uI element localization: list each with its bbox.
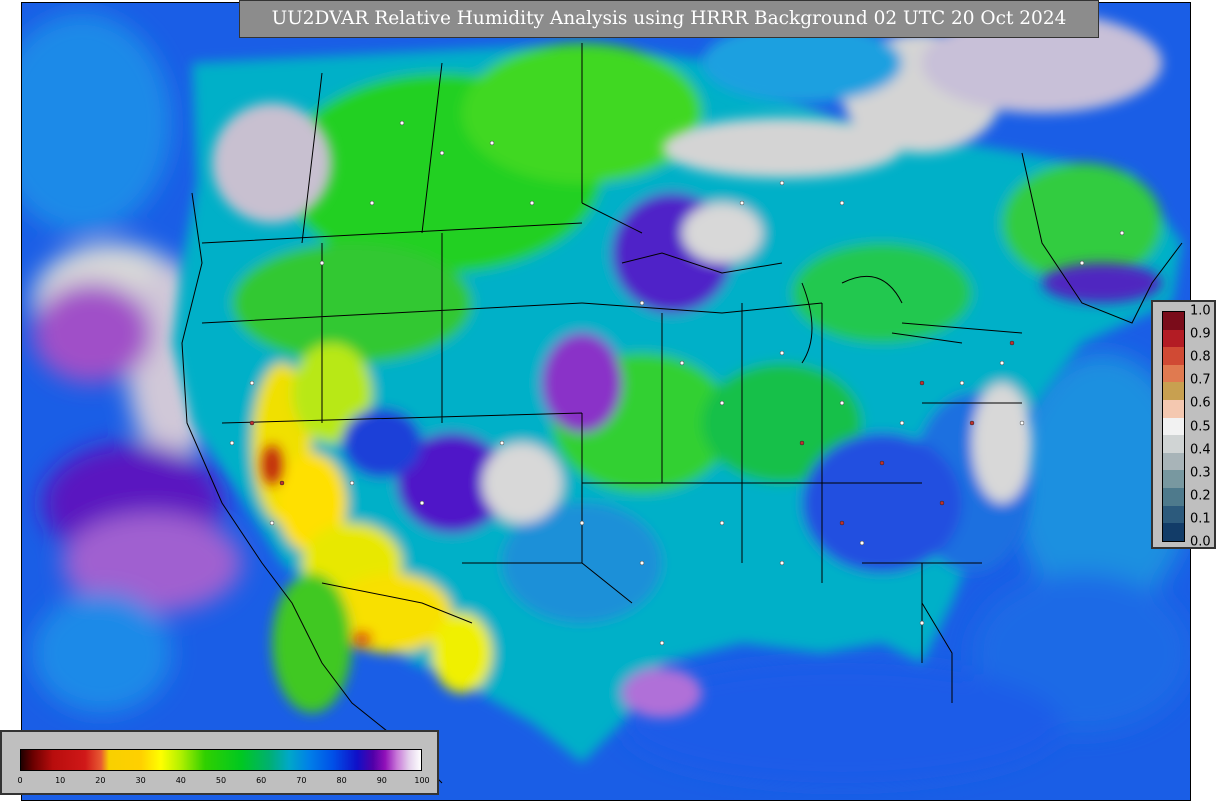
ratio-color-segment [1163, 347, 1184, 365]
humidity-tick-label: 100 [414, 776, 430, 785]
ratio-tick-label: 0.2 [1190, 488, 1211, 504]
ratio-color-segment [1163, 364, 1184, 383]
ratio-color-segment [1163, 435, 1184, 453]
ratio-color-segment [1163, 488, 1184, 506]
humidity-tick-label: 30 [135, 776, 146, 785]
ratio-color-segment [1163, 470, 1184, 489]
map-panel [21, 2, 1191, 801]
humidity-tick-label: 60 [256, 776, 267, 785]
ratio-color-segment [1163, 417, 1184, 436]
ratio-tick-label: 0.1 [1190, 511, 1211, 527]
humidity-tick-label: 40 [175, 776, 186, 785]
humidity-tick-label: 0 [17, 776, 23, 785]
humidity-colorbar-scale [20, 749, 422, 771]
humidity-tick-label: 80 [336, 776, 347, 785]
ratio-tick-label: 0.5 [1190, 419, 1211, 434]
ratio-tick-label: 0.6 [1190, 395, 1211, 411]
ratio-colorbar-scale [1162, 311, 1185, 542]
ratio-tick-label: 0.7 [1190, 372, 1211, 388]
ratio-color-segment [1163, 505, 1184, 524]
ratio-color-segment [1163, 452, 1184, 471]
humidity-map [22, 3, 1190, 800]
ratio-color-segment [1163, 329, 1184, 348]
ratio-tick-label: 0.3 [1190, 465, 1211, 481]
ratio-tick-label: 0.8 [1190, 349, 1211, 365]
ratio-colorbar: 1.0 0.9 0.8 0.7 0.6 0.5 0.4 0.3 0.2 0.1 0.0 [1151, 300, 1216, 550]
ratio-color-segment [1163, 400, 1184, 418]
ratio-tick-label: 1.0 [1190, 303, 1211, 319]
ratio-color-segment [1163, 523, 1184, 541]
humidity-tick-label: 90 [376, 776, 387, 785]
ratio-tick-label: 0.4 [1190, 442, 1211, 458]
humidity-tick-label: 20 [95, 776, 106, 785]
ratio-tick-label: 0.0 [1190, 534, 1211, 550]
ratio-tick-label: 0.9 [1190, 326, 1211, 342]
ratio-color-segment [1163, 382, 1184, 401]
humidity-tick-label: 10 [55, 776, 66, 785]
map-title: UU2DVAR Relative Humidity Analysis using… [239, 0, 1099, 38]
humidity-colorbar: 0 10 20 30 40 50 60 70 80 90 100 [0, 730, 439, 795]
humidity-tick-label: 50 [215, 776, 227, 785]
humidity-tick-label: 70 [296, 776, 307, 785]
ratio-color-segment [1163, 312, 1184, 330]
